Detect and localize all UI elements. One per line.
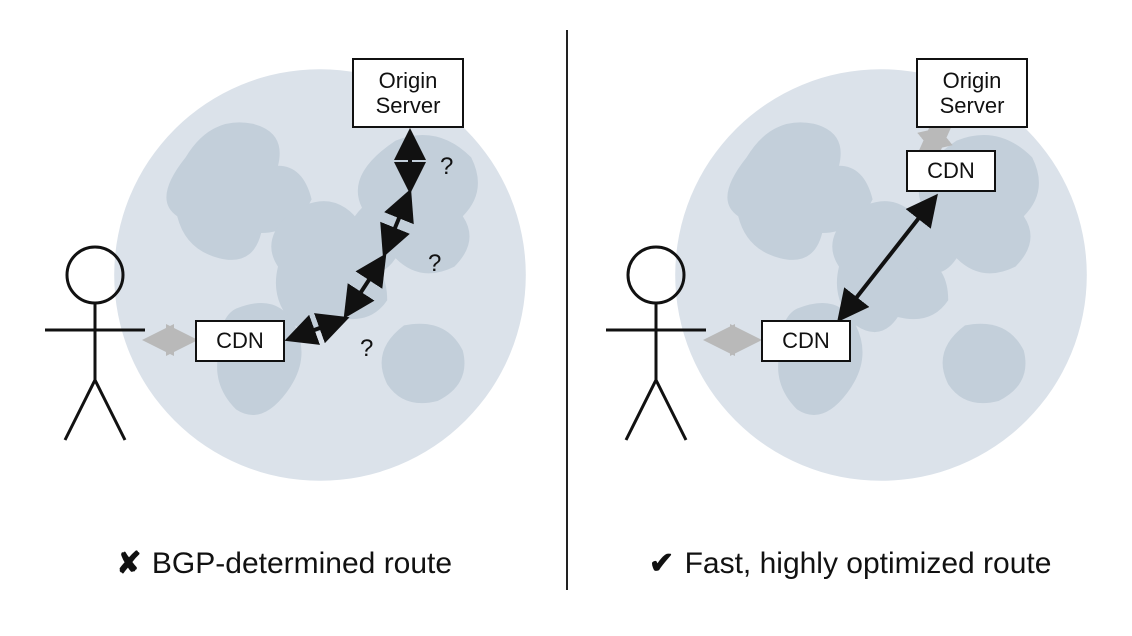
globe-icon — [110, 65, 530, 485]
cdn-bottom-box: CDN — [761, 320, 851, 362]
caption-right-text: Fast, highly optimized route — [685, 547, 1052, 580]
globe-icon — [671, 65, 1091, 485]
cdn-box: CDN — [195, 320, 285, 362]
caption-left-text: BGP-determined route — [152, 547, 452, 580]
origin-server-box: Origin Server — [352, 58, 464, 128]
origin-server-box: Origin Server — [916, 58, 1028, 128]
diagram-root: Origin Server CDN — [0, 0, 1132, 636]
question-mark-3: ? — [360, 335, 373, 363]
origin-server-label: Origin Server — [376, 68, 441, 119]
person-icon — [601, 240, 711, 450]
cdn-label: CDN — [216, 328, 264, 353]
cross-icon: ✘ — [114, 546, 144, 581]
question-mark-2: ? — [428, 250, 441, 278]
check-icon: ✔ — [647, 546, 677, 581]
origin-server-label: Origin Server — [940, 68, 1005, 119]
person-icon — [40, 240, 150, 450]
cdn-bottom-label: CDN — [782, 328, 830, 353]
panel-optimized-route: Origin Server CDN CDN ✔Fast, highly opti… — [566, 0, 1132, 636]
caption-left: ✘BGP-determined route — [0, 546, 566, 581]
caption-right: ✔Fast, highly optimized route — [566, 546, 1132, 581]
panel-bgp-route: Origin Server CDN — [0, 0, 566, 636]
cdn-top-label: CDN — [927, 158, 975, 183]
question-mark-1: ? — [440, 153, 453, 181]
cdn-top-box: CDN — [906, 150, 996, 192]
